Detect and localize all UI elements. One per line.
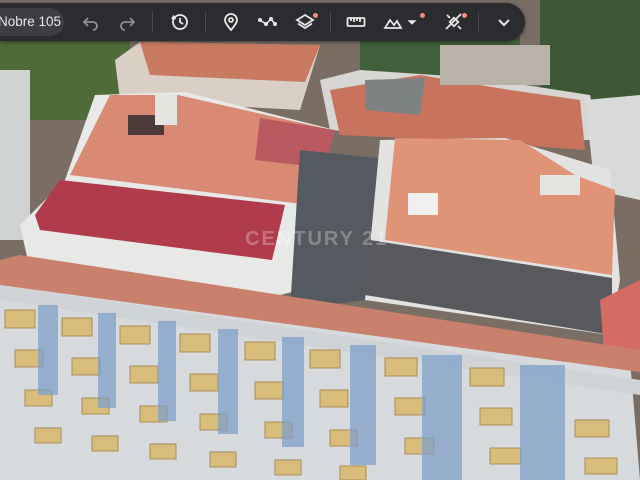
ruler-icon — [346, 17, 366, 27]
undo-icon — [82, 17, 98, 31]
redo-button[interactable] — [113, 8, 141, 36]
toolbar-divider — [330, 12, 331, 32]
toolbar-divider — [205, 12, 206, 32]
map-toolbar: Nobre 105 — [0, 3, 525, 41]
add-placemark-button[interactable] — [217, 8, 245, 36]
toolbar-divider — [152, 12, 153, 32]
history-button[interactable] — [166, 8, 194, 36]
redo-icon — [120, 17, 136, 31]
toolbar-divider — [478, 12, 479, 32]
map-watermark: CENTURY 21 — [245, 228, 389, 250]
satellite-notification-dot — [462, 13, 467, 18]
location-pin-icon — [224, 13, 238, 32]
undo-button[interactable] — [77, 8, 105, 36]
measure-button[interactable] — [342, 8, 370, 36]
terrain-notification-dot — [420, 13, 425, 18]
layers-icon — [295, 13, 315, 30]
terrain-dropdown[interactable] — [403, 8, 421, 36]
dropdown-caret-icon — [407, 20, 417, 25]
layers-notification-dot — [313, 13, 318, 18]
expand-toolbar-button[interactable] — [490, 8, 518, 36]
draw-path-button[interactable] — [253, 8, 281, 36]
chevron-down-icon — [498, 19, 510, 27]
satellite-icon — [445, 13, 462, 30]
project-title[interactable]: Nobre 105 — [0, 8, 64, 36]
history-icon — [171, 14, 188, 30]
path-icon — [258, 17, 277, 26]
terrain-icon — [383, 18, 403, 29]
